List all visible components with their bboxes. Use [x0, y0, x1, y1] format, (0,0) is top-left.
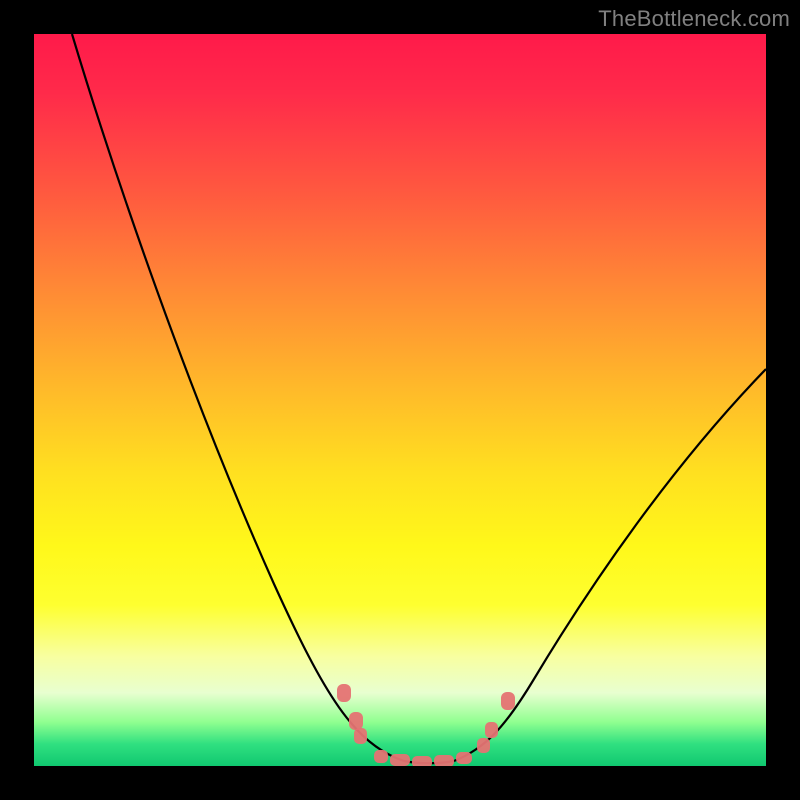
- marker-dot: [374, 750, 388, 763]
- marker-dot: [337, 684, 351, 702]
- marker-dot: [390, 754, 410, 766]
- marker-dot: [354, 728, 367, 744]
- watermark-text: TheBottleneck.com: [598, 6, 790, 32]
- marker-dot: [349, 712, 363, 730]
- marker-dot: [456, 752, 472, 764]
- marker-dot: [485, 722, 498, 738]
- marker-dot: [477, 738, 490, 753]
- marker-dot: [434, 755, 454, 766]
- chart-plot-area: [34, 34, 766, 766]
- curve-right-branch: [454, 369, 766, 761]
- marker-dot: [412, 756, 432, 766]
- marker-dot: [501, 692, 515, 710]
- curve-left-branch: [72, 34, 404, 761]
- bottleneck-curve: [34, 34, 766, 766]
